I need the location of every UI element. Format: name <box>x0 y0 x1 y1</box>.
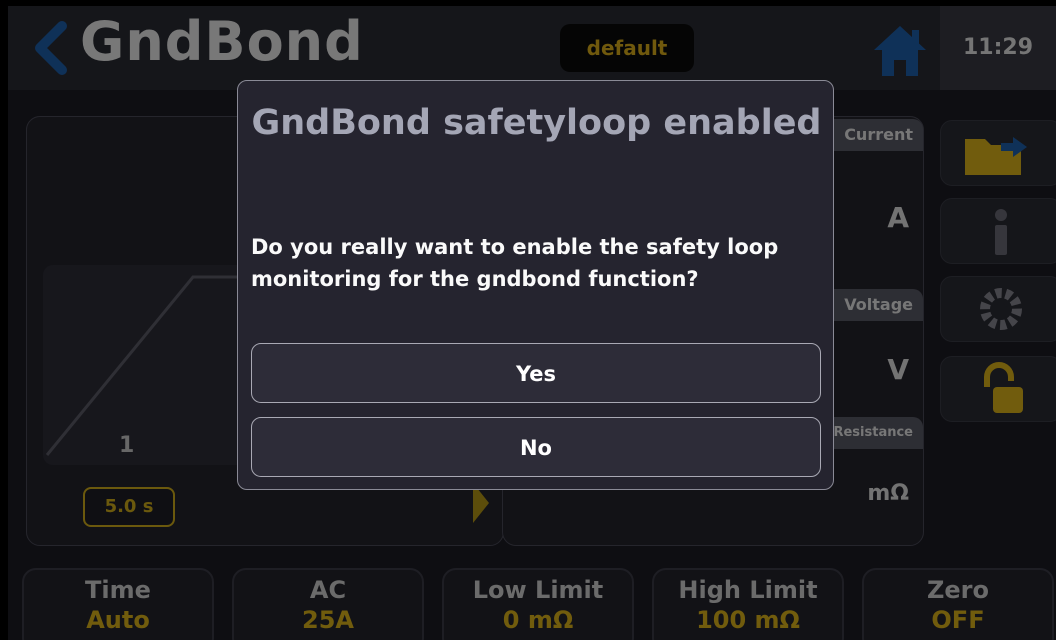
yes-button[interactable]: Yes <box>251 343 821 403</box>
dialog-message: Do you really want to enable the safety … <box>251 235 779 291</box>
no-button[interactable]: No <box>251 417 821 477</box>
confirm-dialog: GndBond safetyloop enabled Do you really… <box>237 80 834 490</box>
dialog-title: GndBond safetyloop enabled <box>251 103 822 143</box>
